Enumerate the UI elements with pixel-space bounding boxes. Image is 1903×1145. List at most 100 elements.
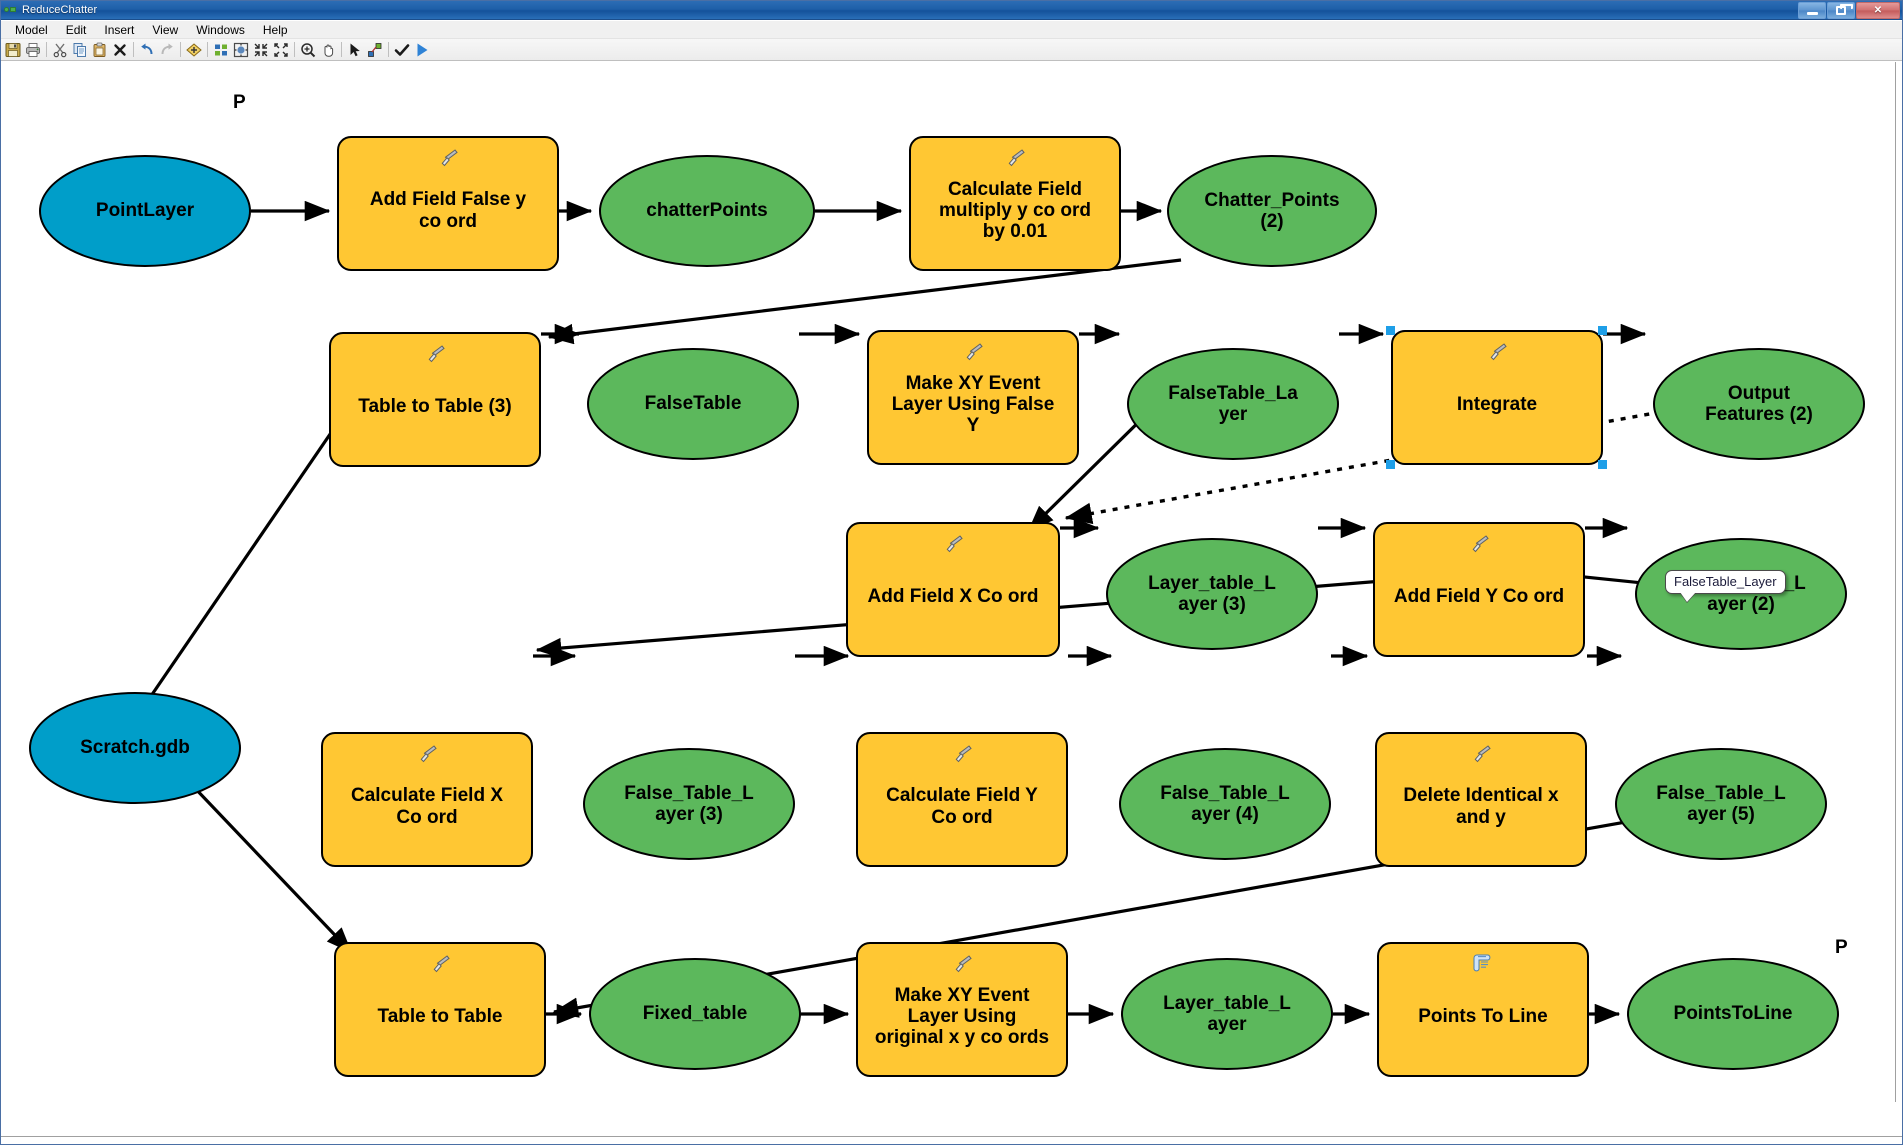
save-icon[interactable] (3, 40, 23, 60)
toolbar-separator (133, 42, 134, 57)
validate-icon[interactable] (392, 40, 412, 60)
window-buttons: ✕ (1798, 1, 1900, 20)
menu-bar: Model Edit Insert View Windows Help (1, 21, 1902, 39)
paste-icon[interactable] (90, 40, 110, 60)
node-label: Table to Table (3) (358, 395, 512, 417)
node-label: Layer_table_L ayer (1163, 992, 1291, 1035)
node-falsetable-layer[interactable]: FalseTable_La yer (1127, 348, 1339, 460)
node-label: Make XY Event Layer Using False Y (891, 372, 1055, 437)
delete-icon[interactable] (110, 40, 130, 60)
node-fixed-table[interactable]: Fixed_table (589, 958, 801, 1070)
node-false-table-layer-5[interactable]: False_Table_L ayer (5) (1615, 748, 1827, 860)
node-label: Table to Table (377, 1005, 503, 1027)
node-falsetable[interactable]: FalseTable (587, 348, 799, 460)
node-calculate-field-x-co-ord[interactable]: Calculate Field X Co ord (321, 732, 533, 867)
selection-handle-top-left[interactable] (1386, 326, 1395, 335)
node-points-to-line-tool[interactable]: Points To Line (1377, 942, 1589, 1077)
copy-icon[interactable] (70, 40, 90, 60)
node-label: Calculate Field multiply y co ord by 0.0… (938, 178, 1092, 243)
toolbar-separator (207, 42, 208, 57)
connect-tool-icon[interactable] (365, 40, 385, 60)
pan-tool-icon[interactable] (318, 40, 338, 60)
hammer-icon (940, 530, 966, 556)
hammer-icon (1002, 144, 1028, 170)
node-label: Calculate Field Y Co ord (886, 785, 1038, 828)
node-make-xy-event-layer-false-y[interactable]: Make XY Event Layer Using False Y (867, 330, 1079, 465)
node-output-features-2[interactable]: Output Features (2) (1653, 348, 1865, 460)
auto-layout-icon[interactable] (211, 40, 231, 60)
node-integrate[interactable]: Integrate (1391, 330, 1603, 465)
model-diagram: P P PointLayer Add Field False y co ord … (1, 62, 1902, 1144)
node-scratch-gdb[interactable]: Scratch.gdb (29, 692, 241, 804)
print-icon[interactable] (23, 40, 43, 60)
node-false-table-layer-3[interactable]: False_Table_L ayer (3) (583, 748, 795, 860)
undo-icon[interactable] (137, 40, 157, 60)
node-label: False_Table_L ayer (3) (624, 782, 754, 825)
node-pointstoline-output[interactable]: PointsToLine (1627, 958, 1839, 1070)
menu-insert[interactable]: Insert (95, 22, 143, 38)
node-label: Integrate (1456, 393, 1538, 415)
select-tool-icon[interactable] (345, 40, 365, 60)
zoom-out-extent-icon[interactable] (251, 40, 271, 60)
node-label: Add Field False y co ord (369, 189, 527, 232)
zoom-tool-icon[interactable] (298, 40, 318, 60)
hammer-icon (435, 144, 461, 170)
title-bar[interactable]: ReduceChatter ✕ (1, 1, 1902, 20)
zoom-in-extent-icon[interactable] (271, 40, 291, 60)
node-add-field-y-co-ord[interactable]: Add Field Y Co ord (1373, 522, 1585, 657)
menu-help[interactable]: Help (254, 22, 297, 38)
model-builder-window: ReduceChatter ✕ Model Edit Insert View W… (0, 0, 1903, 1145)
restore-button[interactable] (1827, 2, 1855, 19)
hammer-icon (414, 740, 440, 766)
node-label: Points To Line (1418, 1005, 1548, 1027)
node-false-table-layer-2[interactable]: False_Table_L ayer (2) (1635, 538, 1847, 650)
run-icon[interactable] (412, 40, 432, 60)
parameter-marker-pointlayer: P (233, 92, 246, 113)
close-button[interactable]: ✕ (1856, 2, 1900, 19)
toolbar-separator (46, 42, 47, 57)
node-table-to-table[interactable]: Table to Table (334, 942, 546, 1077)
menu-edit[interactable]: Edit (57, 22, 96, 38)
minimize-button[interactable] (1798, 2, 1826, 19)
selection-handle-bottom-right[interactable] (1598, 460, 1607, 469)
node-false-table-layer-4[interactable]: False_Table_L ayer (4) (1119, 748, 1331, 860)
model-icon (4, 3, 18, 17)
toolbar-separator (294, 42, 295, 57)
node-layer-table-layer[interactable]: Layer_table_L ayer (1121, 958, 1333, 1070)
node-pointlayer[interactable]: PointLayer (39, 155, 251, 267)
model-canvas[interactable]: P P PointLayer Add Field False y co ord … (1, 62, 1902, 1144)
node-label: Add Field Y Co ord (1393, 585, 1565, 607)
menu-windows[interactable]: Windows (187, 22, 254, 38)
add-data-icon[interactable] (184, 40, 204, 60)
node-label: Layer_table_L ayer (3) (1148, 572, 1276, 615)
node-table-to-table-3[interactable]: Table to Table (3) (329, 332, 541, 467)
node-calculate-field-multiply[interactable]: Calculate Field multiply y co ord by 0.0… (909, 136, 1121, 271)
menu-model[interactable]: Model (6, 22, 57, 38)
node-layer-table-layer-3[interactable]: Layer_table_L ayer (3) (1106, 538, 1318, 650)
redo-icon[interactable] (157, 40, 177, 60)
node-label: Output Features (2) (1705, 382, 1813, 425)
node-calculate-field-y-co-ord[interactable]: Calculate Field Y Co ord (856, 732, 1068, 867)
node-label: Add Field X Co ord (867, 585, 1039, 607)
node-label: PointLayer (95, 200, 195, 222)
window-title: ReduceChatter (22, 4, 98, 16)
node-make-xy-event-layer-original[interactable]: Make XY Event Layer Using original x y c… (856, 942, 1068, 1077)
hammer-icon (949, 950, 975, 976)
node-add-field-false-y[interactable]: Add Field False y co ord (337, 136, 559, 271)
node-chatter-points-2[interactable]: Chatter_Points (2) (1167, 155, 1377, 267)
node-delete-identical-x-and-y[interactable]: Delete Identical x and y (1375, 732, 1587, 867)
hammer-icon (960, 338, 986, 364)
hammer-icon (1484, 338, 1510, 364)
tooltip-text: FalseTable_Layer (1674, 574, 1777, 589)
cut-icon[interactable] (50, 40, 70, 60)
node-chatterpoints[interactable]: chatterPoints (599, 155, 815, 267)
selection-handle-bottom-left[interactable] (1386, 460, 1395, 469)
parameter-marker-pointstoline: P (1835, 937, 1848, 958)
node-label: False_Table_L ayer (5) (1656, 782, 1786, 825)
full-extent-icon[interactable] (231, 40, 251, 60)
node-add-field-x-co-ord[interactable]: Add Field X Co ord (846, 522, 1060, 657)
node-label: chatterPoints (646, 200, 768, 222)
menu-view[interactable]: View (143, 22, 187, 38)
selection-handle-top-right[interactable] (1598, 326, 1607, 335)
hammer-icon (949, 740, 975, 766)
